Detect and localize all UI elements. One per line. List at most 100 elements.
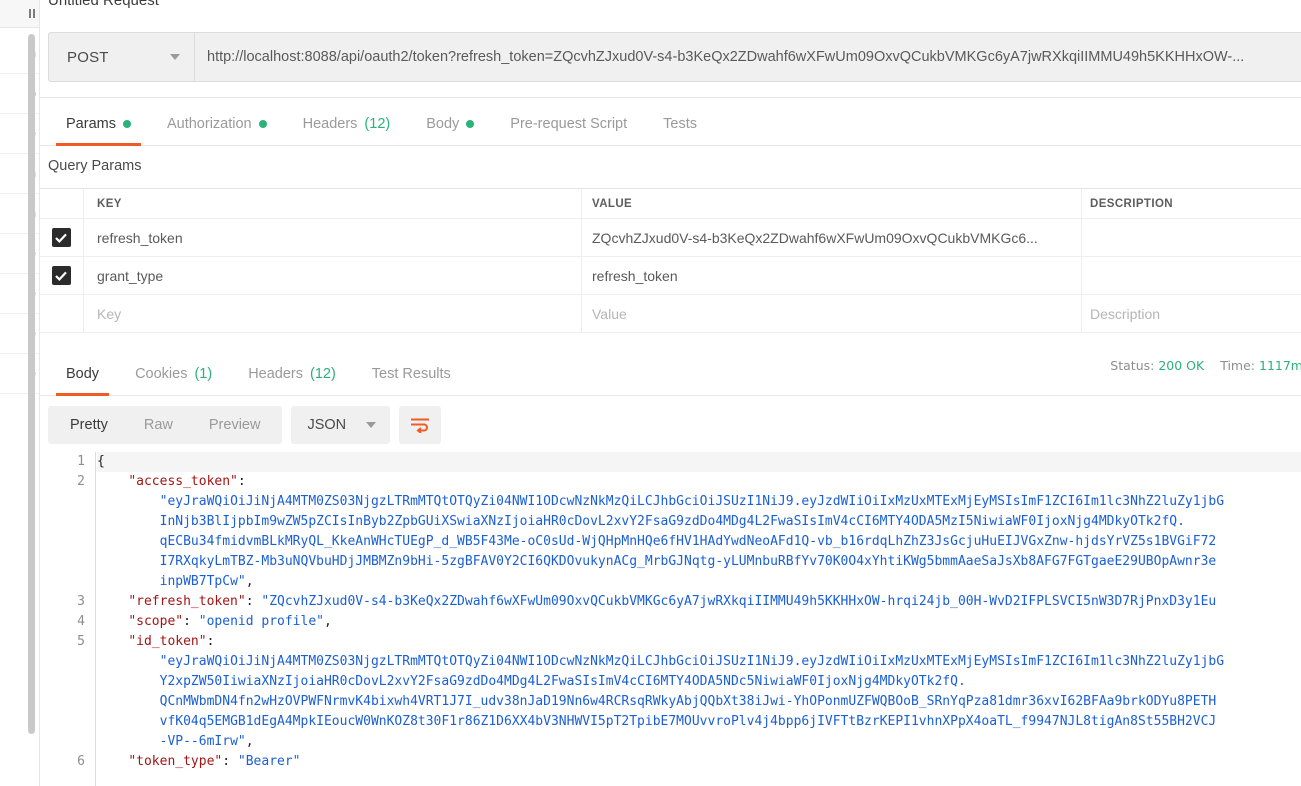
postman-window: npenneeee Untitled Request POST http://l… xyxy=(0,0,1301,786)
json-punct: : xyxy=(207,634,215,649)
json-key: "refresh_token" xyxy=(128,594,245,609)
word-wrap-button[interactable] xyxy=(399,406,441,444)
json-string: "openid profile" xyxy=(199,614,324,629)
line-number xyxy=(48,492,95,512)
json-punct xyxy=(97,734,160,749)
json-string: Y2xpZW50IiwiaXNzIjoiaHR0cDovL2xvY2FsaG9z… xyxy=(160,674,966,689)
resp-tab-cookies[interactable]: Cookies(1) xyxy=(117,366,230,395)
resp-tab-headers[interactable]: Headers(12) xyxy=(230,366,354,395)
json-key: "id_token" xyxy=(128,634,206,649)
json-key: "scope" xyxy=(128,614,183,629)
line-number: 3 xyxy=(48,592,95,612)
json-punct: { xyxy=(97,454,105,469)
json-string: inpWB7TpCw" xyxy=(160,574,246,589)
param-value[interactable]: ZQcvhZJxud0V-s4-b3KeQx2ZDwahf6wXFwUm09Ox… xyxy=(582,219,1082,256)
json-punct xyxy=(97,534,160,549)
json-string: InNjb3BlIjpbIm9wZW5pZCIsInByb2ZpbGUiXSwi… xyxy=(160,514,1185,529)
format-label: JSON xyxy=(307,417,346,433)
code-line: "eyJraWQiOiJiNjA4MTM0ZS03NjgzLTRmMTQtOTQ… xyxy=(97,652,1301,672)
resp-tab-test-results[interactable]: Test Results xyxy=(354,366,469,395)
code-line: "token_type": "Bearer" xyxy=(97,752,1301,772)
json-string: "eyJraWQiOiJiNjA4MTM0ZS03NjgzLTRmMTQtOTQ… xyxy=(160,494,1224,509)
view-mode-preview[interactable]: Preview xyxy=(191,417,279,433)
json-code[interactable]: { "access_token": "eyJraWQiOiJiNjA4MTM0Z… xyxy=(97,452,1301,786)
request-tabs[interactable]: Params Authorization Headers(12)Body Pre-re… xyxy=(40,98,1301,146)
json-punct: , xyxy=(246,734,254,749)
json-string: qECBu34fmidvmBLkMRyQL_KkeAnWHcTUEgP_d_WB… xyxy=(160,534,1217,549)
tab-label: Pre-request Script xyxy=(510,116,627,132)
code-line: inpWB7TpCw", xyxy=(97,572,1301,592)
param-value[interactable]: refresh_token xyxy=(582,257,1082,294)
view-mode-pretty[interactable]: Pretty xyxy=(52,417,126,433)
code-line: -VP--6mIrw", xyxy=(97,732,1301,752)
code-line: I7RXqkyLmTBZ-Mb3uNQVbuHDjJMBMZn9bHi-5zgB… xyxy=(97,552,1301,572)
status-value: 200 OK xyxy=(1158,358,1204,373)
table-header-row: KEY VALUE DESCRIPTION xyxy=(40,189,1301,219)
param-value-placeholder[interactable]: Value xyxy=(582,295,1082,332)
tab-authorization[interactable]: Authorization xyxy=(149,116,285,145)
column-header-key: KEY xyxy=(84,189,582,218)
json-punct xyxy=(97,474,128,489)
response-body-code[interactable]: 123456 { "access_token": "eyJraWQiOiJiNj… xyxy=(48,452,1301,786)
word-wrap-icon xyxy=(410,417,430,433)
chevron-down-icon xyxy=(170,54,180,60)
column-header-label: KEY xyxy=(97,198,122,210)
tab-label: Headers xyxy=(303,116,358,132)
tab-pre-request-script[interactable]: Pre-request Script xyxy=(492,116,645,145)
query-params-label: Query Params xyxy=(48,158,141,174)
param-description-placeholder-text: Description xyxy=(1090,306,1160,322)
format-selector[interactable]: JSON xyxy=(291,406,390,444)
column-header-label: DESCRIPTION xyxy=(1090,198,1173,210)
resp-tab-body[interactable]: Body xyxy=(48,366,117,395)
time-badge: Time: 1117m xyxy=(1220,358,1301,373)
param-description[interactable] xyxy=(1082,219,1301,256)
tab-label: Tests xyxy=(663,116,697,132)
hamburger-icon[interactable] xyxy=(29,9,35,18)
param-key[interactable]: grant_type xyxy=(84,257,582,294)
checkbox-checked-icon[interactable] xyxy=(52,228,71,247)
chevron-down-icon xyxy=(366,422,376,428)
json-punct xyxy=(97,614,128,629)
json-punct xyxy=(97,574,160,589)
json-punct: , xyxy=(246,574,254,589)
line-number: 4 xyxy=(48,612,95,632)
table-row: grant_typerefresh_token xyxy=(40,257,1301,295)
tab-params[interactable]: Params xyxy=(48,116,149,145)
url-text: http://localhost:8088/api/oauth2/token?r… xyxy=(207,49,1244,65)
column-header-label: VALUE xyxy=(592,198,632,210)
code-line: vfK04q5EMGB1dEgA4MpkIEoucW0WnKOZ8t30F1r8… xyxy=(97,712,1301,732)
tab-label: Authorization xyxy=(167,116,252,132)
tab-label: Headers xyxy=(248,366,303,382)
url-row: POST http://localhost:8088/api/oauth2/to… xyxy=(48,32,1301,82)
param-key-placeholder-text: Key xyxy=(97,306,121,322)
json-punct xyxy=(97,674,160,689)
json-string: "eyJraWQiOiJiNjA4MTM0ZS03NjgzLTRmMTQtOTQ… xyxy=(160,654,1224,669)
query-params-table: KEY VALUE DESCRIPTION refresh_tokenZQcvhZJx… xyxy=(40,188,1301,333)
view-mode-raw[interactable]: Raw xyxy=(126,417,191,433)
param-key[interactable]: refresh_token xyxy=(84,219,582,256)
row-checkbox-cell[interactable] xyxy=(40,257,84,294)
sidebar-scrollbar[interactable] xyxy=(28,34,35,734)
param-description[interactable] xyxy=(1082,257,1301,294)
code-line: Y2xpZW50IiwiaXNzIjoiaHR0cDovL2xvY2FsaG9z… xyxy=(97,672,1301,692)
json-string: -VP--6mIrw" xyxy=(160,734,246,749)
checkbox-checked-icon[interactable] xyxy=(52,266,71,285)
line-number-gutter: 123456 xyxy=(48,452,96,786)
view-mode-group[interactable]: PrettyRawPreview xyxy=(48,406,282,444)
row-checkbox-cell-empty[interactable] xyxy=(40,295,84,332)
param-key-placeholder[interactable]: Key xyxy=(84,295,582,332)
json-punct: , xyxy=(324,614,332,629)
url-input[interactable]: http://localhost:8088/api/oauth2/token?r… xyxy=(195,32,1301,82)
row-checkbox-cell[interactable] xyxy=(40,219,84,256)
param-description-placeholder[interactable]: Description xyxy=(1082,295,1301,332)
tab-label: Body xyxy=(66,366,99,382)
line-number xyxy=(48,652,95,672)
code-line: { xyxy=(97,452,1301,472)
method-selector[interactable]: POST xyxy=(48,32,195,82)
code-line: "scope": "openid profile", xyxy=(97,612,1301,632)
json-string: vfK04q5EMGB1dEgA4MpkIEoucW0WnKOZ8t30F1r8… xyxy=(160,714,1217,729)
tab-headers[interactable]: Headers(12) xyxy=(285,116,409,145)
tab-body[interactable]: Body xyxy=(408,116,492,145)
tab-tests[interactable]: Tests xyxy=(645,116,715,145)
json-punct xyxy=(97,714,160,729)
